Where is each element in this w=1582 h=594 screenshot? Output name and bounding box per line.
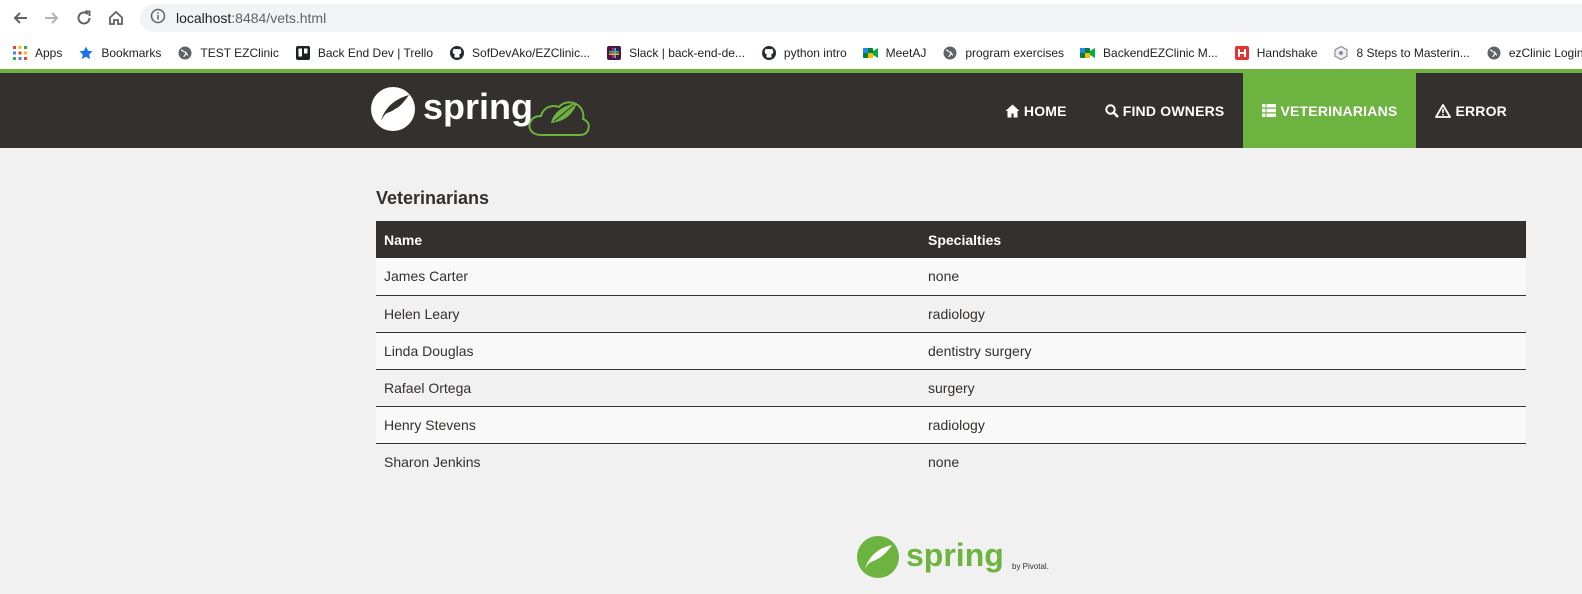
vet-specialties: radiology — [920, 406, 1526, 444]
column-header-name[interactable]: Name — [376, 221, 920, 258]
bookmark-bookmarks[interactable]: Bookmarks — [78, 45, 161, 61]
bookmark-trello[interactable]: Back End Dev | Trello — [295, 45, 433, 61]
footer-brand-text: spring — [906, 537, 1004, 573]
meet-icon — [862, 45, 879, 61]
home-browser-icon[interactable] — [104, 6, 128, 30]
hexagon-icon — [1333, 45, 1349, 61]
bookmark-label: Handshake — [1256, 45, 1318, 60]
bookmark-label: Bookmarks — [101, 45, 162, 60]
vet-specialties: radiology — [920, 295, 1526, 333]
bookmark-label: Apps — [35, 45, 63, 60]
vet-specialties: surgery — [920, 369, 1526, 407]
search-icon — [1105, 103, 1119, 118]
url-text: localhost:8484/vets.html — [176, 10, 326, 26]
forward-arrow-icon[interactable] — [40, 6, 64, 30]
globe-icon — [942, 45, 958, 61]
site-info-icon[interactable] — [150, 8, 166, 29]
github-icon — [761, 45, 777, 61]
nav-home-label: HOME — [1023, 102, 1067, 119]
nav-error[interactable]: ERROR — [1416, 73, 1526, 148]
table-row: Linda Douglas dentistry surgery — [376, 332, 1526, 370]
bookmark-label: SofDevAko/EZClinic... — [472, 45, 591, 60]
main-menu: HOME FIND OWNERS VETERINARIANS ERROR — [986, 73, 1526, 148]
bookmark-label: 8 Steps to Masterin... — [1356, 45, 1470, 60]
bookmark-ezclinic-login[interactable]: ezClinic Login — [1486, 45, 1582, 61]
back-arrow-icon[interactable] — [8, 6, 32, 30]
bookmark-8-steps[interactable]: 8 Steps to Masterin... — [1333, 45, 1470, 61]
url-host: localhost — [176, 10, 232, 26]
vet-name: Sharon Jenkins — [384, 453, 481, 470]
bookmark-label: Back End Dev | Trello — [317, 45, 434, 60]
brand-text: spring — [423, 86, 533, 127]
vet-specialties: dentistry surgery — [920, 332, 1526, 370]
bookmark-label: Slack | back-end-de... — [629, 45, 745, 60]
handshake-icon — [1234, 45, 1250, 61]
bookmark-label: program exercises — [965, 45, 1065, 60]
apps-grid-icon — [12, 45, 28, 61]
bookmark-backend-ezclinic[interactable]: BackendEZClinic M... — [1080, 45, 1218, 61]
bookmark-slack[interactable]: Slack | back-end-de... — [606, 45, 745, 61]
page-title: Veterinarians — [376, 188, 490, 208]
bookmark-label: TEST EZClinic — [200, 45, 279, 60]
bookmark-apps[interactable]: Apps — [12, 45, 62, 61]
spring-pivotal-footer-logo: spring by Pivotal. — [856, 533, 1066, 581]
bookmark-label: python intro — [783, 45, 847, 60]
nav-home[interactable]: HOME — [986, 73, 1086, 148]
vet-name: Linda Douglas — [376, 332, 920, 370]
navbar: spring HOME FIND OWNERS VETERINARIANS ER… — [0, 73, 1582, 148]
browser-toolbar: localhost:8484/vets.html — [0, 0, 1582, 36]
nav-veterinarians-label: VETERINARIANS — [1280, 102, 1398, 119]
vet-specialties: none — [928, 453, 960, 470]
nav-veterinarians[interactable]: VETERINARIANS — [1243, 73, 1417, 148]
nav-error-label: ERROR — [1455, 102, 1507, 119]
star-icon — [78, 45, 94, 61]
github-icon — [449, 45, 465, 61]
main-content: Veterinarians Name Specialties James Car… — [376, 188, 1526, 480]
vet-name: Helen Leary — [376, 295, 920, 333]
vet-name: Rafael Ortega — [376, 369, 920, 407]
bookmark-meetaj[interactable]: MeetAJ — [862, 45, 927, 61]
footer-by-pivotal: by Pivotal. — [1012, 562, 1049, 571]
nav-find-owners-label: FIND OWNERS — [1122, 102, 1225, 119]
reload-icon[interactable] — [72, 6, 96, 30]
bookmark-label: BackendEZClinic M... — [1103, 45, 1218, 60]
url-path: :8484/vets.html — [231, 10, 327, 26]
slack-icon — [606, 45, 622, 61]
bookmark-label: ezClinic Login — [1508, 45, 1582, 60]
bookmark-python-intro[interactable]: python intro — [761, 45, 847, 61]
table-header-row: Name Specialties — [376, 221, 1526, 258]
bookmark-label: MeetAJ — [885, 45, 927, 60]
table-row: Henry Stevens radiology — [376, 406, 1526, 444]
table-row: Sharon Jenkins none — [376, 443, 1526, 480]
vet-name: James Carter — [376, 258, 920, 296]
nav-find-owners[interactable]: FIND OWNERS — [1086, 73, 1244, 148]
column-header-specialties[interactable]: Specialties — [920, 221, 1526, 258]
bookmark-handshake[interactable]: Handshake — [1234, 45, 1318, 61]
warning-icon — [1435, 103, 1452, 118]
spring-petclinic-logo[interactable]: spring — [371, 83, 601, 139]
vet-name: Henry Stevens — [376, 406, 920, 444]
table-row: Helen Leary radiology — [376, 295, 1526, 333]
bookmark-github-ezclinic[interactable]: SofDevAko/EZClinic... — [449, 45, 590, 61]
trello-icon — [295, 45, 311, 61]
vet-specialties: none — [920, 258, 1526, 296]
meet-icon — [1080, 45, 1096, 61]
table-row: Rafael Ortega surgery — [376, 369, 1526, 407]
list-icon — [1262, 104, 1277, 117]
table-row: James Carter none — [376, 258, 1526, 296]
bookmark-program-exercises[interactable]: program exercises — [942, 45, 1064, 61]
bookmarks-bar: Apps Bookmarks TEST EZClinic Back End De… — [0, 36, 1582, 69]
vets-table: Name Specialties James Carter none Helen… — [376, 221, 1526, 480]
bookmark-test-ezclinic[interactable]: TEST EZClinic — [177, 45, 279, 61]
globe-icon — [177, 45, 193, 61]
address-bar[interactable]: localhost:8484/vets.html — [140, 4, 1582, 32]
globe-icon — [1486, 45, 1502, 61]
home-icon — [1005, 104, 1020, 118]
